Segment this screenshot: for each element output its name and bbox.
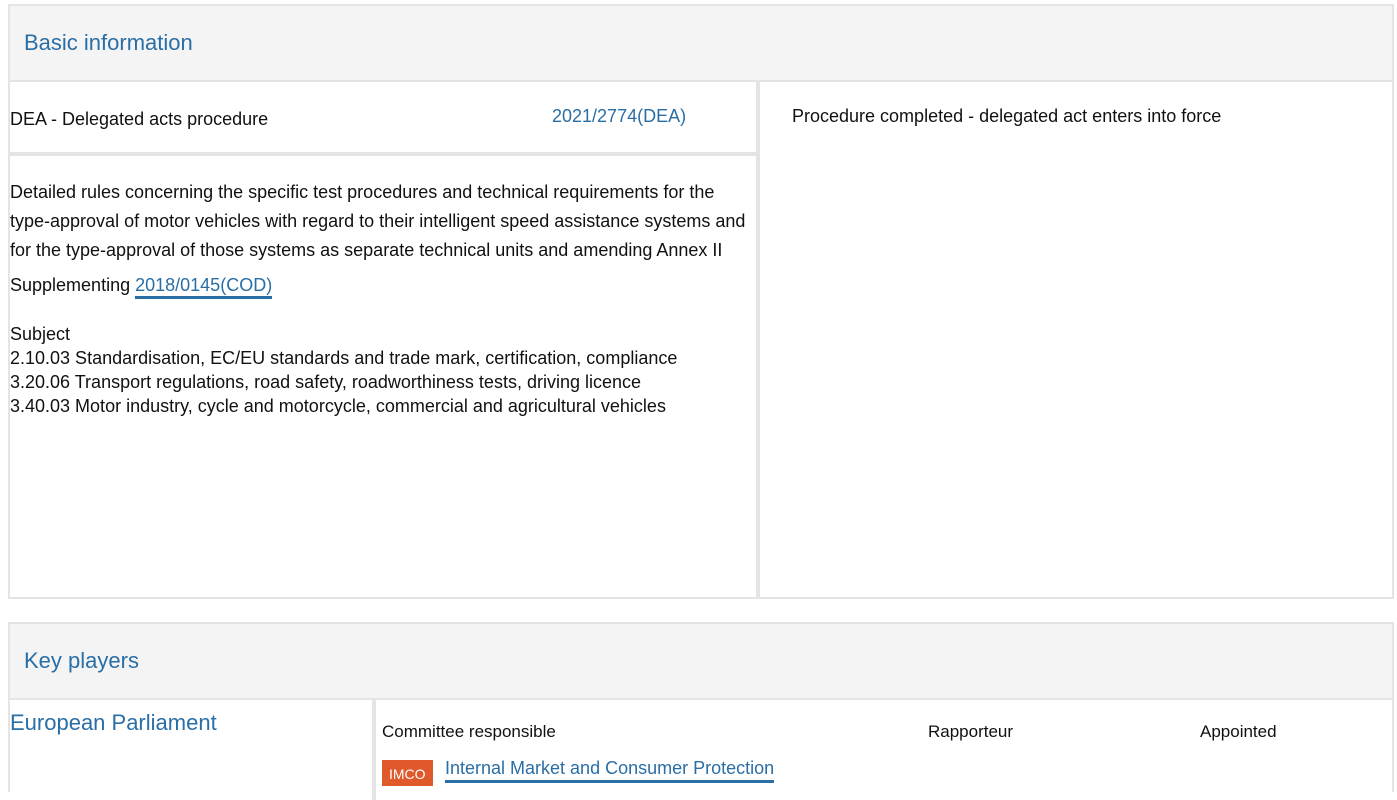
appointed-header: Appointed xyxy=(1200,722,1277,741)
subject-label: Subject xyxy=(10,324,71,344)
committee-responsible-header: Committee responsible xyxy=(382,722,556,741)
procedure-reference-link[interactable]: 2021/2774(DEA) xyxy=(552,106,686,127)
subject-item: 3.40.03 Motor industry, cycle and motorc… xyxy=(10,396,666,416)
committee-badge: IMCO xyxy=(382,760,433,786)
procedure-status: Procedure completed - delegated act ente… xyxy=(792,106,1222,126)
european-parliament-link[interactable]: European Parliament xyxy=(10,710,217,736)
basic-information-header: Basic information xyxy=(10,6,1392,82)
procedure-description: Detailed rules concerning the specific t… xyxy=(10,182,746,260)
key-players-panel: Key players European Parliament Committe… xyxy=(8,622,1394,800)
procedure-type: DEA - Delegated acts procedure xyxy=(10,109,269,129)
rapporteur-header: Rapporteur xyxy=(928,722,1014,741)
procedure-details-column: DEA - Delegated acts procedure 2021/2774… xyxy=(10,82,760,597)
basic-information-body: DEA - Delegated acts procedure 2021/2774… xyxy=(10,82,1392,597)
subject-item: 3.20.06 Transport regulations, road safe… xyxy=(10,372,642,392)
basic-information-panel: Basic information DEA - Delegated acts p… xyxy=(8,4,1394,599)
column-divider xyxy=(372,700,376,800)
subject-item: 2.10.03 Standardisation, EC/EU standards… xyxy=(10,348,678,368)
supplementing-line: Supplementing 2018/0145(COD) xyxy=(10,271,750,300)
supplementing-label: Supplementing xyxy=(10,275,131,295)
procedure-description-block: Detailed rules concerning the specific t… xyxy=(10,156,750,418)
key-players-body: European Parliament Committee responsibl… xyxy=(10,700,1392,800)
procedure-row: DEA - Delegated acts procedure 2021/2774… xyxy=(10,82,756,156)
key-players-header: Key players xyxy=(10,624,1392,700)
subject-block: Subject 2.10.03 Standardisation, EC/EU s… xyxy=(10,322,750,418)
supplementing-link[interactable]: 2018/0145(COD) xyxy=(135,275,273,299)
committee-link[interactable]: Internal Market and Consumer Protection xyxy=(445,758,775,783)
